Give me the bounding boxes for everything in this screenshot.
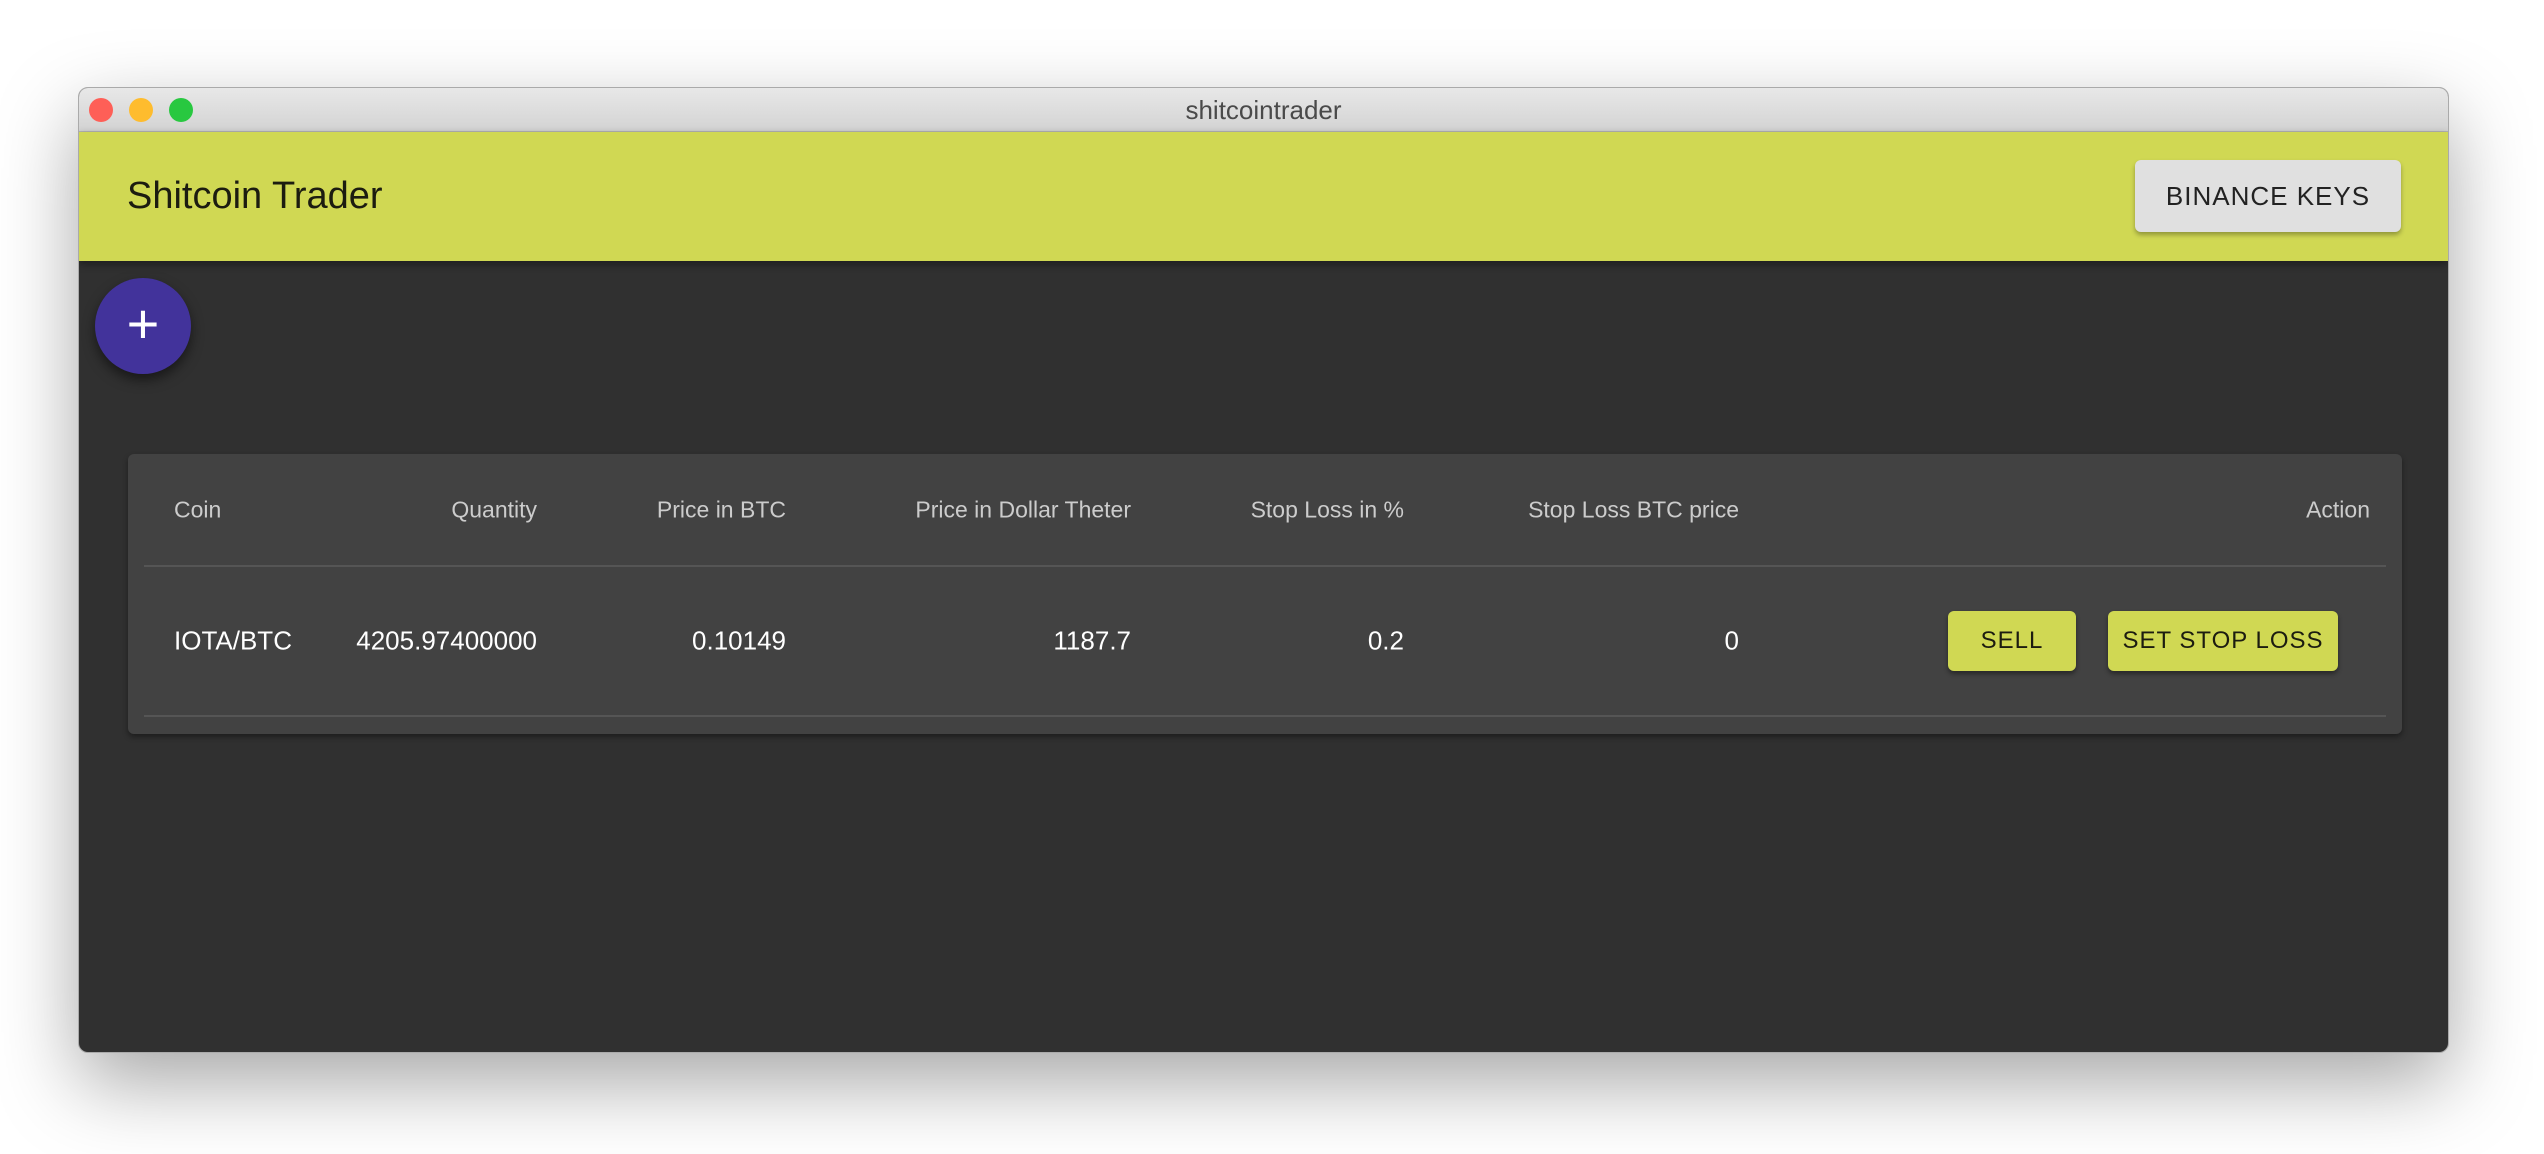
plus-icon: + [126,292,160,355]
cell-price-btc: 0.10149 [692,625,786,656]
window-title: shitcointrader [1185,95,1342,125]
add-coin-button[interactable]: + [95,278,191,374]
app-title: Shitcoin Trader [127,175,383,217]
header-quantity: Quantity [451,496,537,522]
cell-coin: IOTA/BTC [174,625,292,656]
close-window-button[interactable] [89,98,113,122]
header-price-btc: Price in BTC [656,496,786,522]
header-action: Action [2306,496,2370,522]
header-stop-loss-pct: Stop Loss in % [1250,496,1404,522]
cell-price-usdt: 1187.7 [1053,625,1131,656]
zoom-window-button[interactable] [169,98,193,122]
binance-keys-button[interactable]: BINANCE KEYS [2135,160,2401,232]
holdings-table: Coin Quantity Price in BTC Price in Doll… [128,454,2402,734]
cell-quantity: 4205.97400000 [356,625,537,656]
header-coin: Coin [174,496,222,522]
header-price-usdt: Price in Dollar Theter [915,496,1131,522]
table-row: IOTA/BTC 4205.97400000 0.10149 1187.7 0.… [144,567,2386,717]
minimize-window-button[interactable] [129,98,153,122]
set-stop-loss-button[interactable]: SET STOP LOSS [2108,611,2338,671]
sell-button[interactable]: SELL [1948,611,2076,671]
app-window: shitcointrader Shitcoin Trader BINANCE K… [78,87,2449,1053]
cell-stop-loss-btc: 0 [1724,625,1739,656]
app-bar: Shitcoin Trader BINANCE KEYS [79,132,2448,261]
cell-stop-loss-pct: 0.2 [1367,625,1404,656]
table-header: Coin Quantity Price in BTC Price in Doll… [144,454,2386,567]
title-bar: shitcointrader [79,88,2448,132]
header-stop-loss-btc: Stop Loss BTC price [1528,496,1739,522]
